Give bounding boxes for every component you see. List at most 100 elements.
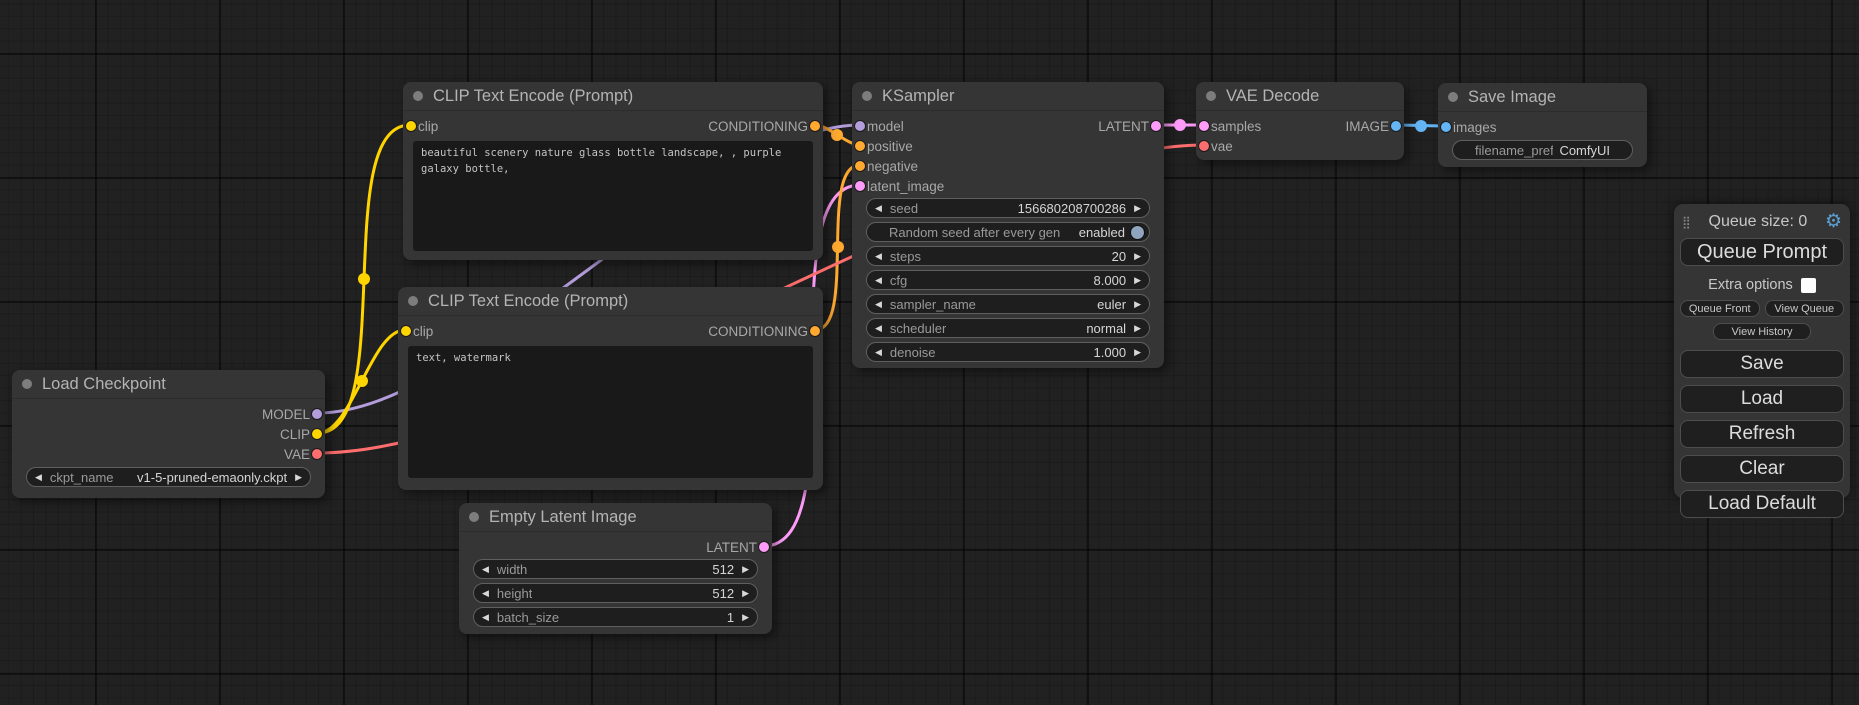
- increment-arrow-icon[interactable]: ▶: [1134, 324, 1141, 333]
- increment-arrow-icon[interactable]: ▶: [742, 613, 749, 622]
- increment-arrow-icon[interactable]: ▶: [1134, 252, 1141, 261]
- widget-value: normal: [1080, 321, 1126, 336]
- increment-arrow-icon[interactable]: ▶: [1134, 204, 1141, 213]
- collapse-dot-icon[interactable]: [22, 379, 32, 389]
- queue-front-button[interactable]: Queue Front: [1680, 300, 1760, 317]
- vae-input-dot[interactable]: [1199, 141, 1209, 151]
- vae-output-dot[interactable]: [312, 449, 322, 459]
- clip-input-dot[interactable]: [401, 326, 411, 336]
- model-output-dot[interactable]: [312, 409, 322, 419]
- node-load-checkpoint[interactable]: Load Checkpoint MODEL CLIP VAE ◀ ckpt_na…: [12, 370, 325, 498]
- clip-output-dot[interactable]: [312, 429, 322, 439]
- settings-gear-icon[interactable]: ⚙: [1825, 212, 1842, 231]
- slot-label: CONDITIONING: [708, 324, 808, 339]
- collapse-dot-icon[interactable]: [1206, 91, 1216, 101]
- node-save-image[interactable]: Save Image images filename_prefix ComfyU…: [1438, 83, 1647, 167]
- node-header[interactable]: Empty Latent Image: [459, 503, 772, 532]
- clip-input-dot[interactable]: [406, 121, 416, 131]
- latent-image-input-dot[interactable]: [855, 181, 865, 191]
- decrement-arrow-icon[interactable]: ◀: [875, 348, 882, 357]
- slot-label: vae: [1211, 139, 1233, 154]
- node-header[interactable]: CLIP Text Encode (Prompt): [398, 287, 823, 316]
- decrement-arrow-icon[interactable]: ◀: [482, 613, 489, 622]
- slot-row: samples IMAGE: [1196, 116, 1404, 136]
- prompt-text-area[interactable]: text, watermark: [408, 346, 813, 478]
- decrement-arrow-icon[interactable]: ◀: [875, 252, 882, 261]
- node-clip-text-encode-positive[interactable]: CLIP Text Encode (Prompt) clip CONDITION…: [403, 82, 823, 260]
- load-default-button[interactable]: Load Default: [1680, 490, 1844, 518]
- scheduler-widget[interactable]: ◀ scheduler normal ▶: [866, 318, 1150, 338]
- decrement-arrow-icon[interactable]: ◀: [482, 589, 489, 598]
- node-header[interactable]: VAE Decode: [1196, 82, 1404, 111]
- batch-size-widget[interactable]: ◀ batch_size 1 ▶: [473, 607, 758, 627]
- steps-widget[interactable]: ◀ steps 20 ▶: [866, 246, 1150, 266]
- node-ksampler[interactable]: KSampler model LATENT positive negative …: [852, 82, 1164, 368]
- save-button[interactable]: Save: [1680, 350, 1844, 378]
- filename-prefix-widget[interactable]: filename_prefix ComfyUI: [1452, 140, 1633, 160]
- ckpt-name-widget[interactable]: ◀ ckpt_name v1-5-pruned-emaonly.ckpt ▶: [26, 467, 311, 487]
- collapse-dot-icon[interactable]: [408, 296, 418, 306]
- increment-arrow-icon[interactable]: ▶: [1134, 276, 1141, 285]
- slot-label: LATENT: [706, 540, 757, 555]
- conditioning-output-dot[interactable]: [810, 121, 820, 131]
- view-queue-button[interactable]: View Queue: [1765, 300, 1845, 317]
- queue-prompt-button[interactable]: Queue Prompt: [1680, 238, 1844, 266]
- increment-arrow-icon[interactable]: ▶: [742, 565, 749, 574]
- seed-widget[interactable]: ◀ seed 156680208700286 ▶: [866, 198, 1150, 218]
- collapse-dot-icon[interactable]: [1448, 92, 1458, 102]
- slot-label: positive: [867, 139, 913, 154]
- extra-options-checkbox[interactable]: [1801, 278, 1816, 293]
- denoise-widget[interactable]: ◀ denoise 1.000 ▶: [866, 342, 1150, 362]
- decrement-arrow-icon[interactable]: ◀: [875, 276, 882, 285]
- extra-options-label: Extra options: [1708, 277, 1793, 293]
- output-slot-vae: VAE: [12, 444, 325, 464]
- slot-label: clip: [418, 119, 438, 134]
- prompt-text-area[interactable]: beautiful scenery nature glass bottle la…: [413, 141, 813, 251]
- cfg-widget[interactable]: ◀ cfg 8.000 ▶: [866, 270, 1150, 290]
- sampler-name-widget[interactable]: ◀ sampler_name euler ▶: [866, 294, 1150, 314]
- toggle-knob-icon[interactable]: [1131, 226, 1144, 239]
- negative-input-dot[interactable]: [855, 161, 865, 171]
- node-header[interactable]: Save Image: [1438, 83, 1647, 112]
- node-header[interactable]: KSampler: [852, 82, 1164, 111]
- width-widget[interactable]: ◀ width 512 ▶: [473, 559, 758, 579]
- image-output-dot[interactable]: [1391, 121, 1401, 131]
- input-slot-positive: positive: [852, 136, 1164, 156]
- collapse-dot-icon[interactable]: [469, 512, 479, 522]
- increment-arrow-icon[interactable]: ▶: [742, 589, 749, 598]
- latent-output-dot[interactable]: [1151, 121, 1161, 131]
- increment-arrow-icon[interactable]: ▶: [1134, 348, 1141, 357]
- slot-label: IMAGE: [1345, 119, 1389, 134]
- conditioning-output-dot[interactable]: [810, 326, 820, 336]
- node-vae-decode[interactable]: VAE Decode samples IMAGE vae: [1196, 82, 1404, 160]
- images-input-dot[interactable]: [1441, 122, 1451, 132]
- collapse-dot-icon[interactable]: [413, 91, 423, 101]
- model-input-dot[interactable]: [855, 121, 865, 131]
- positive-input-dot[interactable]: [855, 141, 865, 151]
- node-empty-latent-image[interactable]: Empty Latent Image LATENT ◀ width 512 ▶ …: [459, 503, 772, 634]
- widget-label: sampler_name: [890, 297, 976, 312]
- refresh-button[interactable]: Refresh: [1680, 420, 1844, 448]
- random-seed-toggle-widget[interactable]: Random seed after every gen enabled: [866, 222, 1150, 242]
- node-header[interactable]: Load Checkpoint: [12, 370, 325, 399]
- decrement-arrow-icon[interactable]: ◀: [875, 204, 882, 213]
- load-button[interactable]: Load: [1680, 385, 1844, 413]
- increment-arrow-icon[interactable]: ▶: [295, 473, 302, 482]
- node-title: Empty Latent Image: [489, 508, 637, 527]
- decrement-arrow-icon[interactable]: ◀: [482, 565, 489, 574]
- height-widget[interactable]: ◀ height 512 ▶: [473, 583, 758, 603]
- view-history-button[interactable]: View History: [1713, 323, 1811, 340]
- node-header[interactable]: CLIP Text Encode (Prompt): [403, 82, 823, 111]
- clear-button[interactable]: Clear: [1680, 455, 1844, 483]
- latent-output-dot[interactable]: [759, 542, 769, 552]
- widget-label: seed: [890, 201, 918, 216]
- drag-handle-icon[interactable]: ⣿: [1682, 215, 1691, 229]
- decrement-arrow-icon[interactable]: ◀: [875, 324, 882, 333]
- node-clip-text-encode-negative[interactable]: CLIP Text Encode (Prompt) clip CONDITION…: [398, 287, 823, 490]
- decrement-arrow-icon[interactable]: ◀: [875, 300, 882, 309]
- increment-arrow-icon[interactable]: ▶: [1134, 300, 1141, 309]
- samples-input-dot[interactable]: [1199, 121, 1209, 131]
- widget-value: euler: [1091, 297, 1126, 312]
- decrement-arrow-icon[interactable]: ◀: [35, 473, 42, 482]
- collapse-dot-icon[interactable]: [862, 91, 872, 101]
